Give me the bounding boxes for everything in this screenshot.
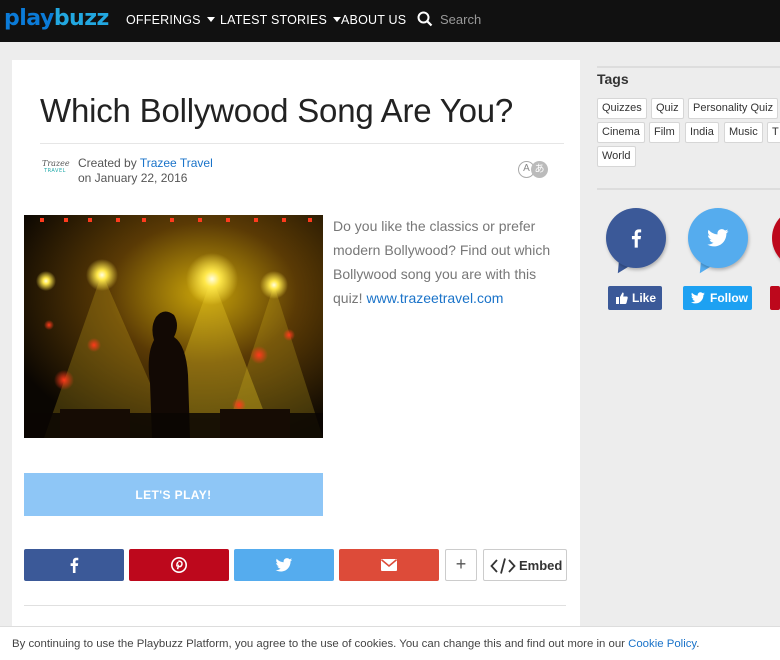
twitter-icon: [707, 229, 729, 247]
third-social-bubble-partial[interactable]: [772, 208, 780, 276]
article-description: Do you like the classics or prefer moder…: [333, 214, 563, 310]
author-logo-bottom: TRAVEL: [44, 168, 66, 174]
divider: [40, 143, 564, 144]
facebook-icon: [70, 557, 79, 573]
third-social-button-partial[interactable]: [770, 286, 780, 310]
facebook-bubble-circle: [606, 208, 666, 268]
lets-play-button[interactable]: LET'S PLAY!: [24, 473, 323, 516]
language-ja-icon: あ: [531, 161, 548, 178]
tag-music[interactable]: Music: [724, 122, 763, 143]
tag-quizzes[interactable]: Quizzes: [597, 98, 647, 119]
author-logo-top: Trazee: [42, 159, 70, 168]
embed-label: Embed: [519, 558, 563, 573]
embed-button[interactable]: Embed: [483, 549, 567, 581]
sidebar-divider: [597, 66, 780, 68]
tag-india[interactable]: India: [685, 122, 719, 143]
logo-text-buzz: buzz: [53, 6, 110, 31]
author-link[interactable]: Trazee Travel: [140, 156, 213, 170]
nav-about-us-label: ABOUT US: [341, 13, 407, 27]
facebook-like-button[interactable]: Like: [608, 286, 662, 310]
description-link[interactable]: www.trazeetravel.com: [366, 290, 503, 306]
byline: Created by Trazee Travel on January 22, …: [78, 156, 213, 186]
like-label: Like: [632, 291, 657, 305]
cookie-banner: By continuing to use the Playbuzz Platfo…: [0, 626, 780, 660]
caret-down-icon: [333, 17, 341, 22]
created-by-label: Created by: [78, 156, 137, 170]
search-icon: [417, 11, 433, 27]
cookie-text: By continuing to use the Playbuzz Platfo…: [12, 638, 625, 650]
divider: [24, 605, 566, 606]
share-pinterest-button[interactable]: [129, 549, 229, 581]
code-icon: [490, 558, 516, 574]
search-box[interactable]: Search: [417, 10, 537, 30]
playbuzz-logo[interactable]: playbuzz: [4, 6, 109, 34]
tag-personality-quiz[interactable]: Personality Quiz: [688, 98, 779, 119]
share-email-button[interactable]: [339, 549, 439, 581]
thumbs-up-icon: [616, 292, 628, 304]
tag-world[interactable]: World: [597, 146, 636, 167]
search-placeholder: Search: [440, 12, 482, 27]
tag-cut-off[interactable]: T: [767, 122, 780, 143]
hero-image-concert: [24, 215, 323, 438]
follow-label: Follow: [710, 291, 748, 305]
twitter-follow-button[interactable]: Follow: [683, 286, 752, 310]
sidebar-divider: [597, 188, 780, 190]
nav-offerings[interactable]: OFFERINGS: [126, 13, 215, 27]
tag-film[interactable]: Film: [649, 122, 680, 143]
tags-heading: Tags: [597, 71, 629, 87]
cookie-policy-link[interactable]: Cookie Policy: [628, 638, 696, 650]
facebook-bubble[interactable]: [606, 208, 666, 277]
publish-date: on January 22, 2016: [78, 171, 188, 185]
article-title: Which Bollywood Song Are You?: [40, 92, 514, 129]
caret-down-icon: [206, 17, 215, 22]
share-facebook-button[interactable]: [24, 549, 124, 581]
nav-latest-stories[interactable]: LATEST STORIES: [220, 13, 341, 27]
pinterest-icon: [171, 557, 187, 573]
cookie-message: By continuing to use the Playbuzz Platfo…: [12, 638, 699, 650]
top-navbar: playbuzz OFFERINGS LATEST STORIES ABOUT …: [0, 0, 780, 42]
share-twitter-button[interactable]: [234, 549, 334, 581]
nav-about-us[interactable]: ABOUT US: [341, 13, 406, 27]
article-card: Which Bollywood Song Are You? Trazee TRA…: [12, 60, 580, 660]
more-share-button[interactable]: +: [445, 549, 477, 581]
email-icon: [381, 559, 397, 571]
twitter-icon: [275, 558, 293, 572]
nav-offerings-label: OFFERINGS: [126, 13, 201, 27]
third-bubble-circle: [772, 208, 780, 268]
author-logo[interactable]: Trazee TRAVEL: [42, 159, 70, 178]
tag-quiz[interactable]: Quiz: [651, 98, 684, 119]
nav-latest-stories-label: LATEST STORIES: [220, 13, 327, 27]
tag-cinema[interactable]: Cinema: [597, 122, 645, 143]
cookie-end: .: [696, 638, 700, 650]
twitter-icon: [691, 292, 705, 304]
twitter-bubble-circle: [688, 208, 748, 268]
language-toggle[interactable]: A あ: [518, 161, 552, 179]
facebook-icon: [631, 229, 642, 248]
twitter-bubble[interactable]: [688, 208, 748, 277]
logo-text-play: play: [4, 6, 54, 31]
